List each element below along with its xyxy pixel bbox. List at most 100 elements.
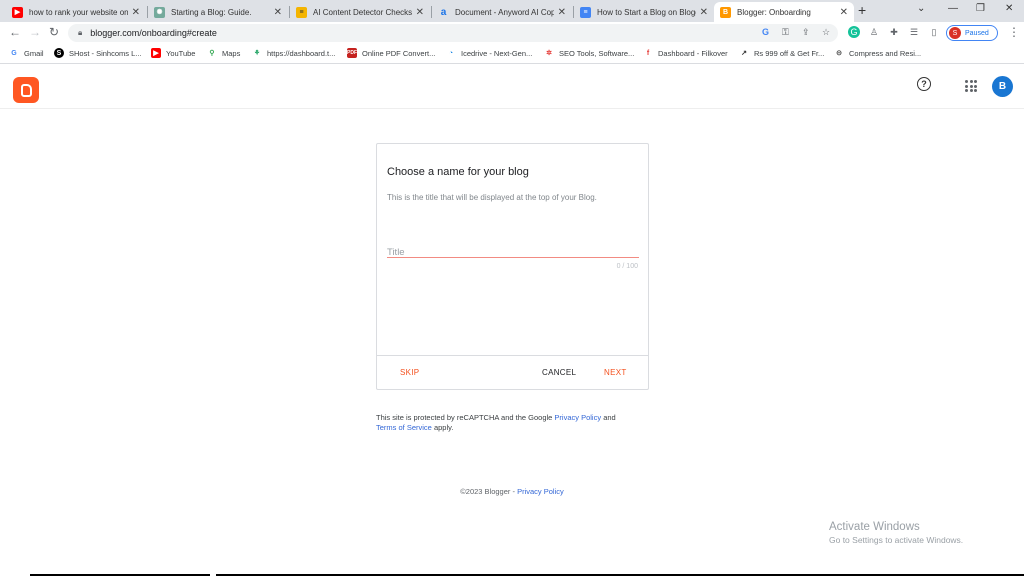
cancel-button[interactable]: CANCEL [542, 368, 576, 377]
tab-title: How to Start a Blog on Blogg [597, 7, 696, 17]
skip-button[interactable]: SKIP [400, 368, 419, 377]
bookmark-item[interactable]: ↗ Rs 999 off & Get Fr... [739, 48, 824, 58]
apps-grid-icon[interactable] [965, 80, 977, 92]
character-counter: 0 / 100 [616, 263, 638, 270]
reload-icon[interactable]: ↻ [49, 25, 59, 39]
chatgpt-icon: ✺ [154, 6, 165, 18]
close-icon[interactable]: ✕ [558, 7, 566, 18]
browser-tab[interactable]: ▶ how to rank your website on ✕ [6, 2, 146, 22]
bookmarks-bar: G Gmail S SHost - Sinhcoms L... ▶ YouTub… [0, 44, 1024, 64]
bookmark-label: SEO Tools, Software... [559, 48, 635, 58]
bookmark-item[interactable]: ⚲ Maps [207, 48, 240, 58]
google-icon: G [11, 49, 17, 57]
bookmark-label: SHost - Sinhcoms L... [69, 48, 142, 58]
new-tab-icon[interactable]: + [858, 2, 866, 18]
bookmark-item[interactable]: S SHost - Sinhcoms L... [54, 48, 142, 58]
close-window-icon[interactable]: ✕ [1005, 3, 1013, 14]
profile-status: Paused [965, 29, 989, 37]
seo-icon: ✲ [546, 50, 552, 57]
bookmark-label: Online PDF Convert... [362, 48, 436, 58]
close-icon[interactable]: ✕ [700, 7, 708, 18]
browser-tab[interactable]: ✺ Starting a Blog: Guide. ✕ [148, 2, 288, 22]
browser-tab-strip: ▶ how to rank your website on ✕ ✺ Starti… [0, 0, 1024, 22]
youtube-icon: ▶ [12, 6, 23, 18]
dialog-actions: SKIP CANCEL NEXT [377, 355, 648, 390]
tab-title: AI Content Detector Checks [313, 7, 412, 17]
bookmark-label: YouTube [166, 48, 196, 58]
lock-icon[interactable]: 🔒︎ [78, 28, 82, 38]
anyword-icon: a [440, 6, 447, 18]
bookmark-item[interactable]: ✲ SEO Tools, Software... [544, 48, 634, 58]
close-icon[interactable]: ✕ [416, 7, 424, 18]
bookmark-item[interactable]: ⚘ https://dashboard.t... [252, 48, 336, 58]
blogger-logo[interactable] [13, 77, 39, 103]
maps-icon: ⚲ [209, 50, 215, 57]
recaptcha-text: This site is protected by reCAPTCHA and … [376, 413, 555, 422]
bookmark-label: Dashboard - Filkover [658, 48, 728, 58]
bookmark-label: Icedrive - Next-Gen... [461, 48, 533, 58]
footer-privacy-link[interactable]: Privacy Policy [517, 487, 564, 496]
privacy-policy-link[interactable]: Privacy Policy [554, 413, 601, 422]
bookmark-item[interactable]: ◔ Icedrive - Next-Gen... [446, 48, 532, 58]
account-avatar[interactable]: B [992, 76, 1013, 97]
dashboard-icon: ⚘ [253, 50, 261, 57]
tab-title: Blogger: Onboarding [737, 7, 811, 17]
bookmark-item[interactable]: PDF Online PDF Convert... [347, 48, 435, 58]
recaptcha-notice: This site is protected by reCAPTCHA and … [376, 413, 666, 433]
browser-tab[interactable]: ≡ How to Start a Blog on Blogg ✕ [574, 2, 714, 22]
side-panel-icon[interactable]: ▯ [928, 26, 940, 38]
bookmark-item[interactable]: f Dashboard - Filkover [643, 48, 728, 58]
star-icon[interactable]: ☆ [822, 27, 830, 38]
google-icon[interactable]: G [762, 27, 769, 37]
shost-icon: S [54, 48, 64, 58]
browser-tab[interactable]: a Document - Anyword AI Cop ✕ [432, 2, 572, 22]
chevron-down-icon[interactable]: ⌄ [917, 3, 925, 14]
bookmark-item[interactable]: G Gmail [9, 48, 43, 58]
grammarly-icon[interactable]: G [848, 26, 860, 38]
help-icon[interactable]: ? [917, 77, 931, 91]
blog-title-input[interactable] [387, 247, 639, 258]
close-icon[interactable]: ✕ [132, 7, 140, 18]
watermark-title: Activate Windows [829, 521, 920, 533]
profile-avatar: S [949, 27, 961, 39]
browser-tab[interactable]: ≡ AI Content Detector Checks ✕ [290, 2, 430, 22]
bookmark-label: Compress and Resi... [849, 48, 922, 58]
close-icon[interactable]: ✕ [274, 7, 282, 18]
recaptcha-apply: apply. [431, 423, 454, 432]
share-icon[interactable]: ⇪ [802, 27, 810, 38]
bookmark-label: https://dashboard.t... [267, 48, 336, 58]
close-icon[interactable]: ✕ [840, 7, 848, 18]
terms-of-service-link[interactable]: Terms of Service [376, 423, 432, 432]
bookmark-item[interactable]: ⊝ Compress and Resi... [834, 48, 921, 58]
url-text[interactable]: blogger.com/onboarding#create [90, 28, 217, 38]
bookmark-label: Maps [222, 48, 241, 58]
omnibox[interactable]: 🔒︎ blogger.com/onboarding#create G ⚿ ⇪ ☆ [68, 24, 838, 42]
copyright-text: ©2023 Blogger - [460, 487, 518, 496]
youtube-icon: ▶ [151, 48, 161, 58]
page-footer: ©2023 Blogger - Privacy Policy [0, 487, 1024, 496]
extension-person-icon[interactable]: ♙ [868, 26, 880, 38]
profile-button[interactable]: S Paused [946, 25, 998, 41]
key-icon[interactable]: ⚿ [782, 27, 789, 38]
content-detector-icon: ≡ [296, 6, 307, 18]
recaptcha-and: and [601, 413, 616, 422]
restore-icon[interactable]: ❐ [976, 3, 985, 14]
reading-list-icon[interactable]: ☰ [908, 26, 920, 38]
trend-icon: ↗ [741, 50, 747, 57]
bookmark-label: Rs 999 off & Get Fr... [754, 48, 825, 58]
more-icon[interactable]: ⋮ [1008, 25, 1020, 39]
tab-title: how to rank your website on [29, 7, 128, 17]
puzzle-icon[interactable]: ✚ [888, 26, 900, 38]
blog-title-field[interactable] [387, 242, 639, 258]
activate-windows-watermark: Activate Windows Go to Settings to activ… [829, 521, 963, 545]
minimize-icon[interactable]: — [948, 3, 958, 14]
watermark-subtitle: Go to Settings to activate Windows. [829, 535, 964, 545]
bookmark-item[interactable]: ▶ YouTube [151, 48, 195, 58]
forward-icon[interactable]: → [29, 25, 41, 39]
tab-title: Starting a Blog: Guide. [171, 7, 252, 17]
browser-tab-active[interactable]: B Blogger: Onboarding ✕ [714, 2, 854, 22]
blogger-logo-mark [20, 83, 32, 97]
tab-title: Document - Anyword AI Cop [455, 7, 554, 17]
back-icon[interactable]: ← [9, 25, 21, 39]
next-button[interactable]: NEXT [604, 368, 627, 377]
